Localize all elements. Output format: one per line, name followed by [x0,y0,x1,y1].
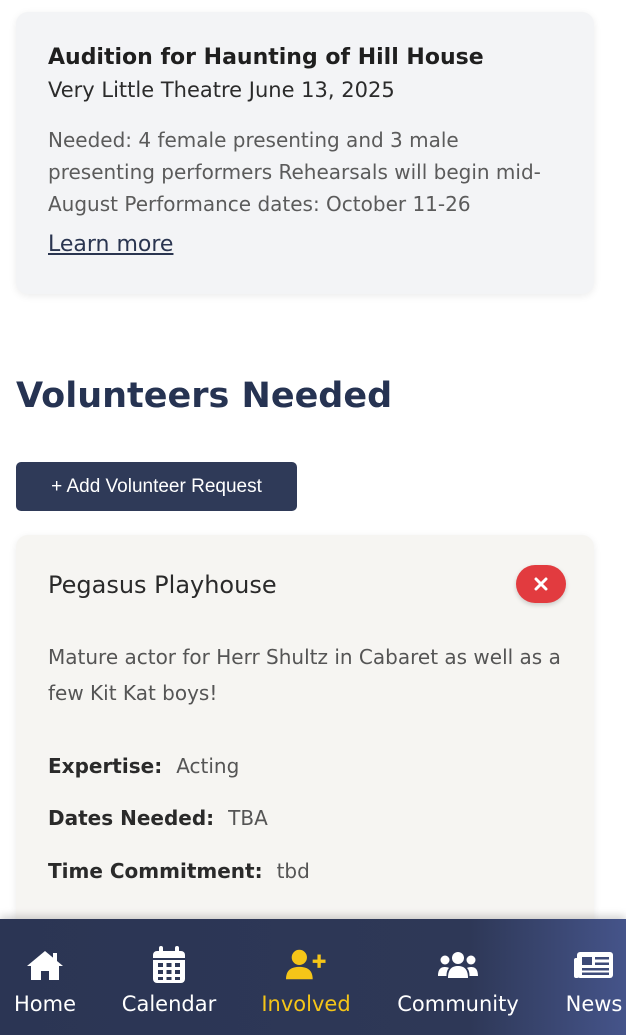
expertise-row: Expertise: Acting [48,751,239,781]
add-volunteer-request-button[interactable]: + Add Volunteer Request [16,462,297,511]
home-icon [25,947,65,983]
expertise-label: Expertise: [48,754,163,778]
expertise-value: Acting [176,754,240,778]
time-commitment-value: tbd [276,859,310,883]
nav-item-involved[interactable]: Involved [250,919,362,1035]
time-commitment-row: Time Commitment: tbd [48,856,310,886]
audition-description: Needed: 4 female presenting and 3 male p… [48,128,541,216]
dates-needed-label: Dates Needed: [48,806,215,830]
nav-label-calendar: Calendar [121,992,217,1016]
nav-item-calendar[interactable]: Calendar [110,919,228,1035]
nav-label-involved: Involved [261,992,351,1016]
time-commitment-label: Time Commitment: [48,859,263,883]
bottom-nav: Home Calendar Involved Community News [0,919,626,1035]
nav-label-news: News [565,992,623,1016]
audition-card: Audition for Haunting of Hill House Very… [16,12,594,294]
audition-title: Audition for Haunting of Hill House [48,45,484,70]
section-heading-volunteers: Volunteers Needed [16,376,393,416]
volunteer-request-card: Pegasus Playhouse Mature actor for Herr … [16,535,594,935]
calendar-icon [149,946,189,983]
nav-item-news[interactable]: News [556,919,626,1035]
newspaper-icon [574,947,614,983]
delete-request-button[interactable] [516,565,566,603]
volunteer-organization: Pegasus Playhouse [48,571,277,599]
dates-needed-row: Dates Needed: TBA [48,803,268,833]
close-icon [534,577,548,591]
volunteer-description: Mature actor for Herr Shultz in Cabaret … [48,645,561,705]
dates-needed-value: TBA [228,806,268,830]
audition-venue-date: Very Little Theatre June 13, 2025 [48,78,395,102]
learn-more-link[interactable]: Learn more [48,230,173,260]
user-plus-icon [286,947,326,983]
page: Audition for Haunting of Hill House Very… [0,0,626,1035]
nav-label-community: Community [397,992,519,1016]
nav-label-home: Home [13,992,77,1016]
nav-item-home[interactable]: Home [0,919,90,1035]
nav-item-community[interactable]: Community [390,919,526,1035]
users-icon [438,947,478,983]
